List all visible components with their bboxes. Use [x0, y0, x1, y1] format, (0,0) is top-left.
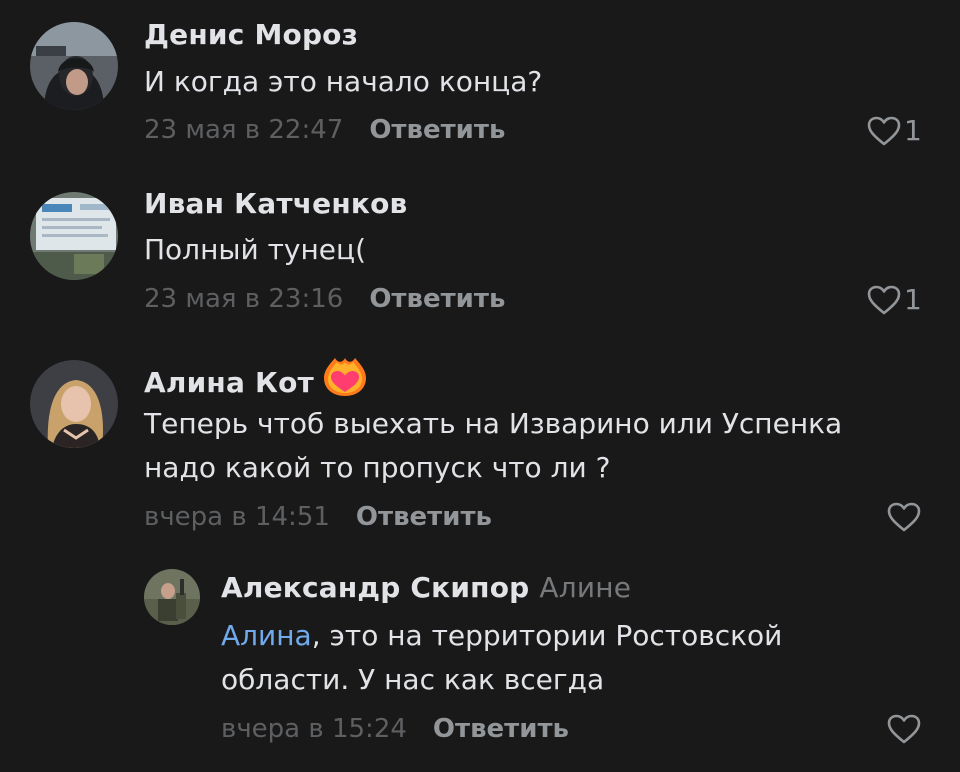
avatar[interactable] — [30, 360, 118, 448]
comment-author-name[interactable]: Алина Кот — [144, 366, 314, 399]
reply-meta: вчера в 15:24 Ответить — [221, 714, 569, 744]
reply-button[interactable]: Ответить — [369, 115, 505, 145]
like-count: 1 — [904, 114, 922, 147]
like-button[interactable]: 1 — [866, 283, 922, 316]
reply-button[interactable]: Ответить — [433, 714, 569, 744]
comment-text: Полный тунец( — [144, 233, 366, 266]
like-count: 1 — [904, 283, 922, 316]
comment-author[interactable]: Иван Катченков — [144, 187, 407, 220]
reply-author-name[interactable]: Александр Скипор — [221, 571, 529, 604]
comment-text-line: Теперь чтоб выехать на Изварино или Успе… — [144, 407, 843, 440]
comment-author[interactable]: Денис Мороз — [144, 18, 358, 51]
comment-meta: 23 мая в 23:16 Ответить — [144, 284, 505, 314]
like-button[interactable] — [886, 713, 922, 745]
comment-author[interactable]: Алина Кот — [144, 356, 368, 405]
reply-text-line: Алина, это на территории Ростовской — [221, 614, 782, 658]
comment-date: 23 мая в 23:16 — [144, 284, 344, 314]
heart-outline-icon — [887, 714, 921, 744]
avatar[interactable] — [144, 569, 200, 625]
reply-date: вчера в 15:24 — [221, 714, 407, 744]
comment-meta: 23 мая в 22:47 Ответить — [144, 115, 505, 145]
comment-meta: вчера в 14:51 Ответить — [144, 502, 492, 532]
reply-to-label[interactable]: Алине — [539, 571, 631, 604]
heart-outline-icon — [867, 116, 901, 145]
comment-text-line: надо какой то пропуск что ли ? — [144, 451, 611, 484]
comment-date: 23 мая в 22:47 — [144, 115, 344, 145]
reply-text: Алина, это на территории Ростовской обла… — [221, 614, 782, 702]
comment-date: вчера в 14:51 — [144, 502, 330, 532]
avatar[interactable] — [30, 192, 118, 280]
heart-outline-icon — [887, 502, 921, 532]
comment-text: Теперь чтоб выехать на Изварино или Успе… — [144, 402, 842, 490]
reply-text-fragment: , это на территории Ростовской — [311, 619, 783, 652]
reply-author[interactable]: Александр Скипор Алине — [221, 571, 631, 604]
like-button[interactable] — [886, 501, 922, 533]
reply-button[interactable]: Ответить — [369, 284, 505, 314]
comment-text: И когда это начало конца? — [144, 65, 543, 98]
reply-text-line: области. У нас как всегда — [221, 663, 605, 696]
avatar[interactable] — [30, 22, 118, 110]
heart-outline-icon — [867, 285, 901, 314]
mention-link[interactable]: Алина — [221, 619, 312, 652]
reply-button[interactable]: Ответить — [356, 502, 492, 532]
fire-heart-badge-icon — [322, 356, 368, 405]
like-button[interactable]: 1 — [866, 114, 922, 147]
